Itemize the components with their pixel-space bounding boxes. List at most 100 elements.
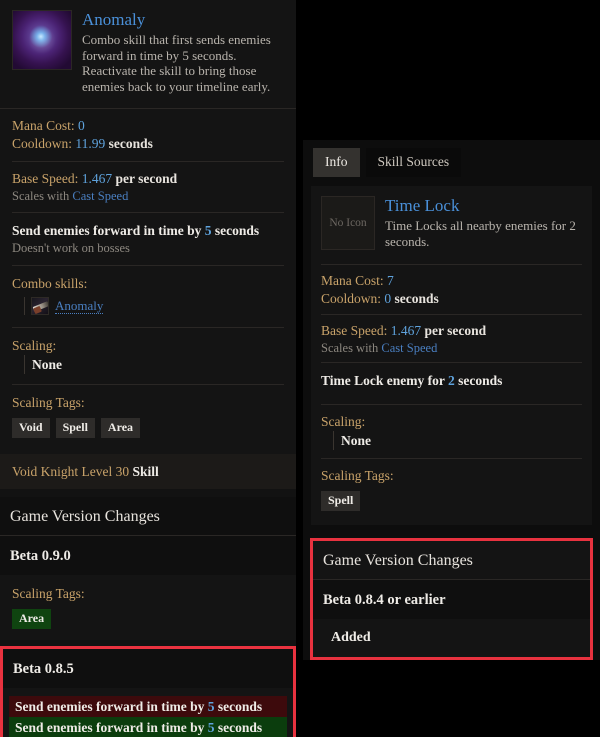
cooldown-label: Cooldown: — [12, 136, 73, 151]
scaling-value: None — [333, 431, 582, 450]
mana-cost-value: 7 — [387, 273, 394, 288]
scaling-tag-added[interactable]: Area — [12, 609, 52, 629]
version-label: Beta 0.8.4 or earlier — [313, 580, 590, 619]
mana-cost-label: Mana Cost: — [12, 118, 75, 133]
diff-number: 5 — [207, 720, 215, 735]
cooldown-unit: seconds — [394, 291, 439, 306]
scaling-tag[interactable]: Area — [100, 418, 141, 438]
effect-line: Time Lock enemy for 2 seconds — [321, 371, 582, 390]
scaling-block: Scaling: None — [0, 328, 296, 378]
tab-bar: Info Skill Sources — [303, 140, 600, 177]
left-game-version-changes: Game Version Changes Beta 0.9.0 Scaling … — [0, 497, 296, 737]
combo-skill-row[interactable]: Anomaly — [24, 297, 284, 315]
cooldown-line: Cooldown: 11.99 seconds — [12, 135, 284, 153]
combo-skill-link[interactable]: Anomaly — [55, 298, 104, 314]
scaling-tags-label: Scaling Tags: — [12, 586, 85, 601]
skill-header-text: Time Lock Time Locks all nearby enemies … — [385, 196, 582, 249]
scaling-tag-list: Void Spell Area — [12, 418, 284, 438]
diff-prefix: Send enemies forward in time by — [15, 720, 205, 735]
base-speed-label: Base Speed: — [12, 171, 79, 186]
scaling-value: None — [24, 355, 284, 374]
cost-stats: Mana Cost: 7 Cooldown: 0 seconds — [321, 265, 582, 310]
cooldown-value: 0 — [384, 291, 392, 306]
version-body: Added — [313, 619, 590, 657]
tab-info[interactable]: Info — [313, 148, 360, 177]
base-speed-unit: per second — [424, 323, 487, 338]
base-speed-label: Base Speed: — [321, 323, 388, 338]
skill-header-text: Anomaly Combo skill that first sends ene… — [82, 10, 284, 94]
scaling-block: Scaling: None — [321, 405, 582, 452]
effect-line: Send enemies forward in time by 5 second… — [12, 221, 284, 240]
version-entry: Beta 0.9.0 Scaling Tags: Area — [0, 536, 296, 640]
effect-note: Doesn't work on bosses — [12, 241, 130, 255]
scaling-tag-list: Spell — [321, 491, 582, 511]
highlight-box-left: Beta 0.8.5 Send enemies forward in time … — [0, 646, 296, 737]
no-icon-label: No Icon — [329, 217, 367, 229]
mana-cost-value: 0 — [78, 118, 85, 133]
diff-added-row: Send enemies forward in time by 5 second… — [9, 717, 287, 737]
tab-skill-sources[interactable]: Skill Sources — [365, 148, 462, 177]
version-label: Beta 0.8.5 — [3, 649, 293, 688]
mana-cost-label: Mana Cost: — [321, 273, 384, 288]
skill-class-footer: Void Knight Level 30 Skill — [0, 454, 296, 489]
combo-block: Combo skills: Anomaly — [0, 266, 296, 319]
base-speed-value: 1.467 — [81, 171, 113, 186]
scaling-tags-block: Scaling Tags: Spell — [321, 459, 582, 513]
right-skill-panel: Info Skill Sources No Icon Time Lock Tim… — [303, 140, 600, 660]
mana-cost-line: Mana Cost: 0 — [12, 117, 284, 135]
game-version-changes-title: Game Version Changes — [0, 497, 296, 536]
diff-prefix: Send enemies forward in time by — [15, 699, 205, 714]
effect-block: Send enemies forward in time by 5 second… — [0, 213, 296, 261]
game-version-changes-title: Game Version Changes — [313, 541, 590, 580]
anomaly-skill-card: Anomaly Combo skill that first sends ene… — [0, 0, 296, 454]
version-body: Scaling Tags: Area — [0, 575, 296, 640]
scales-with-prefix: Scales with — [321, 341, 379, 355]
diff-number: 5 — [207, 699, 215, 714]
effect-suffix: seconds — [214, 223, 260, 238]
scaling-tag[interactable]: Spell — [321, 491, 361, 511]
effect-suffix: seconds — [458, 373, 503, 388]
cooldown-line: Cooldown: 0 seconds — [321, 290, 582, 308]
scaling-tags-label: Scaling Tags: — [12, 395, 85, 410]
skill-header: No Icon Time Lock Time Locks all nearby … — [321, 196, 582, 256]
mana-cost-line: Mana Cost: 7 — [321, 272, 582, 290]
scaling-tags-label: Scaling Tags: — [321, 468, 394, 483]
combo-skills-label: Combo skills: — [12, 276, 88, 291]
scaling-tag[interactable]: Spell — [55, 418, 95, 438]
skill-description: Combo skill that first sends enemies for… — [82, 32, 271, 94]
added-label: Added — [331, 630, 371, 645]
skill-class-text: Void Knight Level 30 — [12, 464, 130, 479]
screenshot-root: Anomaly Combo skill that first sends ene… — [0, 0, 600, 737]
version-body: Send enemies forward in time by 5 second… — [3, 688, 293, 737]
skill-title: Anomaly — [82, 10, 146, 29]
effect-number: 5 — [204, 223, 212, 238]
scales-with-prefix: Scales with — [12, 189, 70, 203]
skill-class-suffix: Skill — [132, 464, 159, 479]
anomaly-vortex-icon-glow — [13, 11, 71, 69]
effect-block: Time Lock enemy for 2 seconds — [321, 363, 582, 396]
no-icon-placeholder: No Icon — [321, 196, 375, 250]
skill-description: Time Locks all nearby enemies for 2 seco… — [385, 218, 576, 249]
diff-suffix: seconds — [217, 699, 263, 714]
base-speed-line: Base Speed: 1.467 per second — [321, 322, 582, 340]
cooldown-unit: seconds — [108, 136, 153, 151]
cast-speed-link[interactable]: Cast Speed — [72, 189, 128, 203]
cooldown-label: Cooldown: — [321, 291, 382, 306]
left-skill-panel: Anomaly Combo skill that first sends ene… — [0, 0, 296, 737]
time-lock-skill-card: No Icon Time Lock Time Locks all nearby … — [311, 186, 592, 525]
scaling-tag[interactable]: Void — [12, 418, 50, 438]
base-speed-unit: per second — [115, 171, 178, 186]
diff-suffix: seconds — [217, 720, 263, 735]
scales-with-line: Scales with Cast Speed — [12, 188, 284, 204]
speed-stats: Base Speed: 1.467 per second Scales with… — [0, 162, 296, 208]
effect-number: 2 — [447, 373, 455, 388]
scales-with-line: Scales with Cast Speed — [321, 340, 582, 356]
cooldown-value: 11.99 — [75, 136, 106, 151]
scaling-label: Scaling: — [321, 414, 366, 429]
cost-stats: Mana Cost: 0 Cooldown: 11.99 seconds — [0, 109, 296, 157]
base-speed-line: Base Speed: 1.467 per second — [12, 170, 284, 188]
diff-removed-row: Send enemies forward in time by 5 second… — [9, 696, 287, 717]
cast-speed-link[interactable]: Cast Speed — [381, 341, 437, 355]
version-label: Beta 0.9.0 — [0, 536, 296, 575]
speed-stats: Base Speed: 1.467 per second Scales with… — [321, 315, 582, 358]
